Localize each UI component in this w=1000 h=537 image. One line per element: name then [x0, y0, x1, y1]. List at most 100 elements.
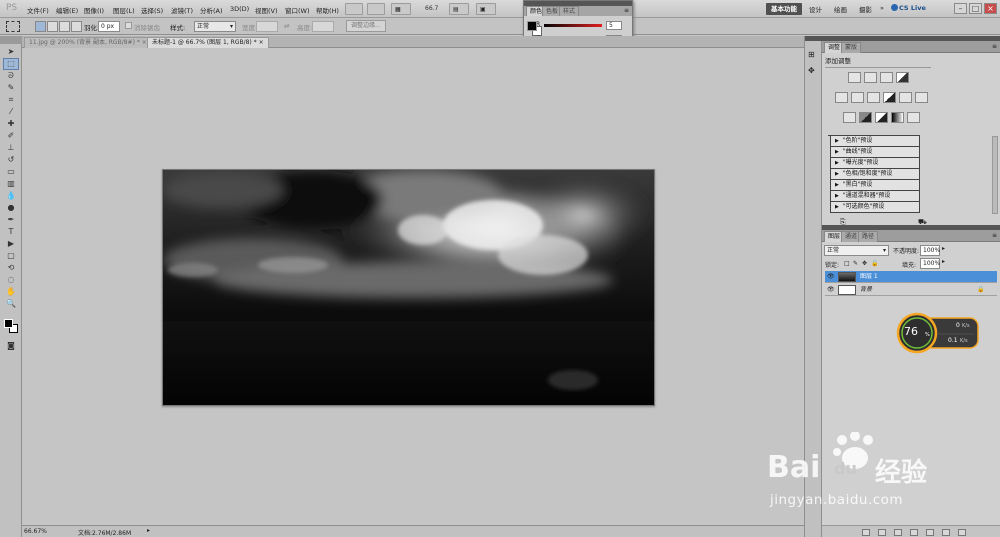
brightness-icon[interactable] [848, 72, 861, 83]
panel-menu-icon[interactable]: ≡ [624, 7, 629, 14]
height-input[interactable] [312, 21, 334, 32]
history-panel-icon[interactable]: ⊞ [808, 50, 815, 59]
add-selection-icon[interactable] [47, 21, 58, 32]
link-layers-icon[interactable] [862, 529, 870, 536]
path-selection-tool-icon[interactable]: ▶ [4, 239, 18, 249]
preset-scrollbar[interactable] [992, 136, 998, 214]
black-white-icon[interactable] [883, 92, 896, 103]
healing-brush-tool-icon[interactable]: ✚ [4, 119, 18, 129]
close-icon[interactable]: × [984, 3, 997, 14]
feather-input[interactable]: 0 px [98, 21, 120, 32]
workspace-design[interactable]: 设计 [809, 4, 822, 14]
panel-menu-icon[interactable]: ≡ [992, 232, 997, 239]
opacity-arrow-icon[interactable]: ▸ [942, 245, 945, 252]
marquee-tool-icon[interactable]: ⬚ [3, 58, 19, 70]
clone-stamp-tool-icon[interactable]: ⊥ [4, 143, 18, 153]
refine-edge-button[interactable]: 调整边缘... [346, 20, 386, 32]
workspace-essentials[interactable]: 基本功能 [766, 3, 802, 15]
workspace-painting[interactable]: 绘画 [834, 4, 847, 14]
photo-filter-icon[interactable] [899, 92, 912, 103]
layer-row[interactable]: 👁 图层 1 [825, 271, 997, 283]
type-tool-icon[interactable]: T [4, 227, 18, 237]
tab-paths[interactable]: 路径 [858, 231, 879, 242]
preset-selective-color[interactable]: ▶ "可选颜色"预设 [830, 202, 920, 213]
layer-mask-icon[interactable] [894, 529, 902, 536]
foreground-color-chip[interactable] [527, 21, 537, 31]
quick-mask-icon[interactable]: ◙ [4, 341, 18, 351]
eraser-tool-icon[interactable]: ▭ [4, 167, 18, 177]
tab-masks[interactable]: 蒙版 [841, 42, 862, 53]
invert-icon[interactable] [843, 112, 856, 123]
swap-icon[interactable]: ⇄ [284, 22, 289, 30]
dodge-tool-icon[interactable]: ● [4, 203, 18, 213]
3d-rotate-tool-icon[interactable]: ⟲ [4, 263, 18, 273]
style-select[interactable]: 正常 ▾ [194, 21, 236, 32]
color-balance-icon[interactable] [867, 92, 880, 103]
toolbox-header[interactable] [0, 36, 22, 44]
brush-tool-icon[interactable]: ✐ [4, 131, 18, 141]
preset-hue-saturation[interactable]: ▶ "色相/饱和度"预设 [830, 169, 920, 180]
pen-tool-icon[interactable]: ✒ [4, 215, 18, 225]
3d-orbit-tool-icon[interactable]: ◌ [4, 275, 18, 285]
menu-analysis[interactable]: 分析(A) [200, 5, 223, 15]
brush-panel-icon[interactable]: ✥ [808, 66, 815, 75]
view-extras-button[interactable]: ▦ [391, 3, 411, 15]
exposure-icon[interactable] [896, 72, 909, 83]
lock-pixels-icon[interactable]: ✎ [853, 260, 858, 267]
network-speed-widget[interactable]: 76 % 0 K/s 0.1 K/s [896, 312, 980, 354]
tab-document-1[interactable]: 11.jpg @ 200% (背景 副本, RGB/8#) * × [24, 37, 152, 48]
lock-all-icon[interactable]: 🔒 [871, 260, 878, 267]
slider-value-r[interactable]: 5 [606, 21, 622, 30]
icon-strip-header[interactable] [805, 36, 823, 41]
bridge-button[interactable] [345, 3, 363, 15]
hand-tool-icon[interactable]: ✋ [4, 287, 18, 297]
new-layer-icon[interactable] [942, 529, 950, 536]
visibility-eye-icon[interactable]: 👁 [827, 273, 835, 280]
hue-saturation-icon[interactable] [851, 92, 864, 103]
gradient-tool-icon[interactable]: ▥ [4, 179, 18, 189]
posterize-icon[interactable] [859, 112, 872, 123]
menu-window[interactable]: 窗口(W) [285, 5, 310, 15]
layer-name[interactable]: 图层 1 [860, 271, 878, 282]
eyedropper-tool-icon[interactable]: ⁄ [4, 107, 18, 117]
adjustment-layer-icon[interactable] [910, 529, 918, 536]
slider-track-r[interactable] [544, 24, 602, 27]
layer-name[interactable]: 背景 [860, 284, 872, 295]
opacity-input[interactable]: 100% [920, 245, 940, 256]
new-group-icon[interactable] [926, 529, 934, 536]
intersect-selection-icon[interactable] [71, 21, 82, 32]
menu-image[interactable]: 图像(I) [84, 5, 104, 15]
close-tab-icon[interactable]: × [259, 39, 264, 46]
width-input[interactable] [256, 21, 278, 32]
foreground-color-icon[interactable] [4, 319, 13, 328]
subtract-selection-icon[interactable] [59, 21, 70, 32]
menu-3d[interactable]: 3D(D) [230, 5, 249, 13]
layer-style-icon[interactable] [878, 529, 886, 536]
preset-exposure[interactable]: ▶ "曝光度"预设 [830, 158, 920, 169]
tab-document-2[interactable]: 未标题-1 @ 66.7% (图层 1, RGB/8) * × [147, 37, 269, 48]
threshold-icon[interactable] [875, 112, 888, 123]
gradient-map-icon[interactable] [891, 112, 904, 123]
status-zoom[interactable]: 66.67% [24, 528, 47, 535]
arrange-documents-button[interactable]: ▤ [449, 3, 469, 15]
quick-selection-tool-icon[interactable]: ✎ [4, 83, 18, 93]
lock-transparency-icon[interactable]: □ [844, 260, 850, 267]
status-doc-size[interactable]: 文档:2.76M/2.86M [78, 528, 131, 537]
minimize-icon[interactable]: – [954, 3, 967, 14]
screen-mode-button[interactable]: ▣ [476, 3, 496, 15]
antialias-checkbox[interactable] [125, 22, 132, 29]
document-image[interactable] [162, 169, 655, 406]
restore-icon[interactable]: □ [969, 3, 982, 14]
menu-help[interactable]: 帮助(H) [316, 5, 339, 15]
curves-icon[interactable] [880, 72, 893, 83]
lock-position-icon[interactable]: ✥ [862, 260, 867, 267]
preset-black-white[interactable]: ▶ "黑白"预设 [830, 180, 920, 191]
fill-arrow-icon[interactable]: ▸ [942, 258, 945, 265]
new-selection-icon[interactable] [35, 21, 46, 32]
menu-filter[interactable]: 滤镜(T) [171, 5, 193, 15]
trash-icon[interactable] [958, 529, 966, 536]
menu-edit[interactable]: 编辑(E) [56, 5, 78, 15]
menu-layer[interactable]: 图层(L) [113, 5, 135, 15]
cs-live-button[interactable]: CS Live [899, 4, 926, 12]
channel-mixer-icon[interactable] [915, 92, 928, 103]
